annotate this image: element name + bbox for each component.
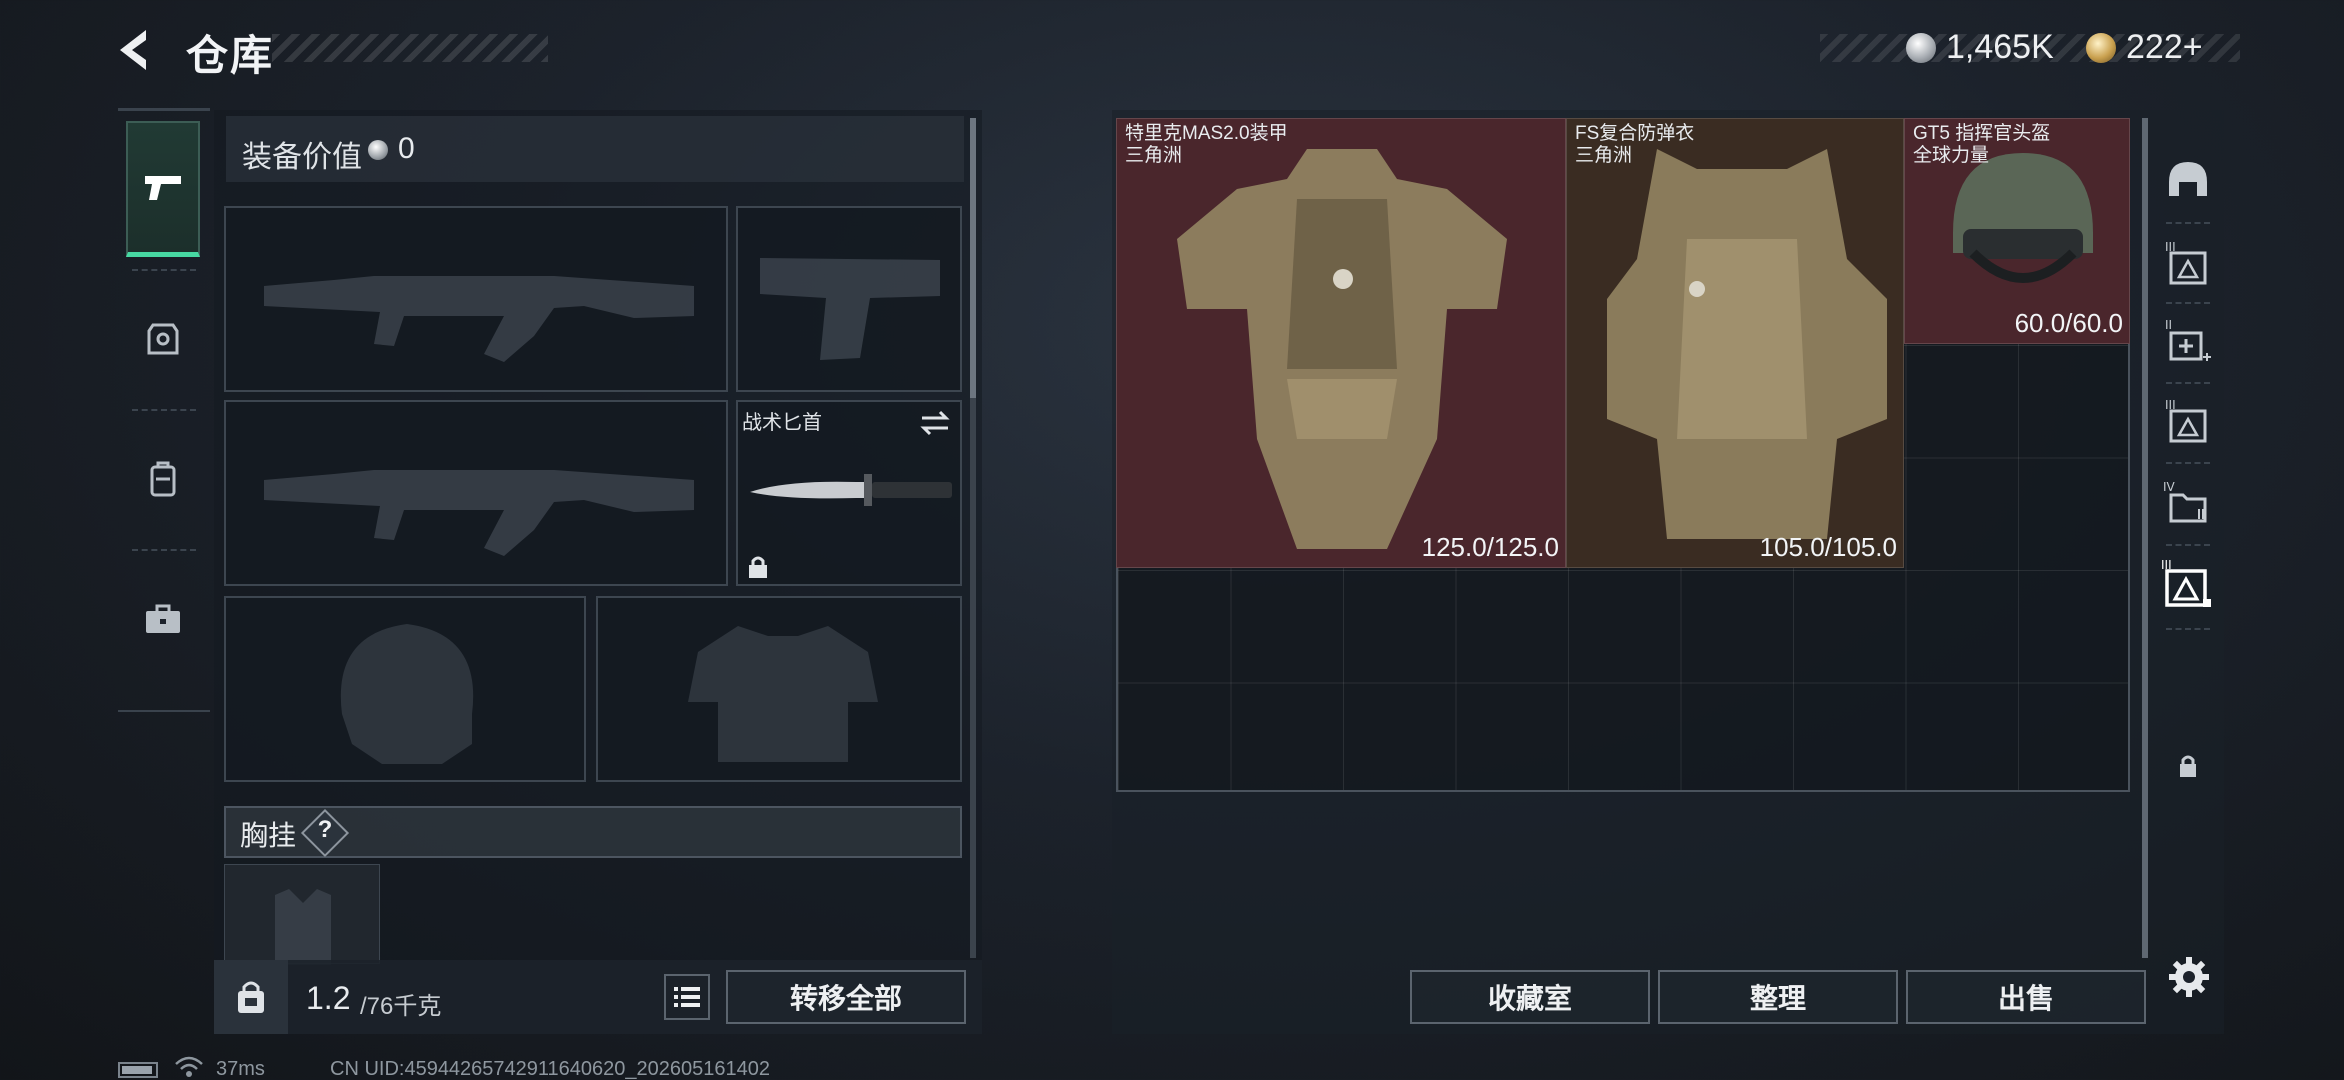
filter-armor-iii-button[interactable]: III [2158,234,2218,294]
helmet-image [1953,153,2093,283]
item-durability: 105.0/105.0 [1759,532,1897,562]
knife-slot-label: 战术匕首 [742,412,822,434]
collection-button[interactable]: 收藏室 [1410,970,1650,1024]
primary-weapon-slot[interactable] [224,206,728,392]
rifle-silhouette-icon [264,470,694,556]
list-icon [674,987,700,1007]
gold-coin-icon [2086,33,2116,63]
lock-icon [749,556,767,578]
filter-medkit-ii-button[interactable]: II [2158,312,2218,372]
gear-icon [2169,957,2209,997]
silver-coin-icon [368,140,388,160]
filter-divider [2166,222,2210,224]
filter-divider [2166,382,2210,384]
medkit-tier-ii-filter-icon: II [2165,318,2211,361]
item-durability: 125.0/125.0 [1421,532,1559,562]
category-weapons-tab[interactable] [126,121,200,257]
player-uid: CN UID:4594426574291164062­0_20260516140… [330,1058,771,1080]
battery-level [122,1066,152,1074]
armor-tier-iii-active-filter-icon: III [2161,558,2211,607]
filter-divider [2166,628,2210,630]
chevron-left-icon [120,30,146,70]
filter-container-iv-button[interactable]: IV [2158,474,2218,534]
wifi-icon [175,1056,203,1077]
stash-item-vest[interactable]: FS复合防弹衣 三角洲 105.0/105.0 [1566,118,1904,568]
category-rail [118,108,210,712]
equip-value-label: 装备价值 [242,141,362,174]
body-armor-slot[interactable] [596,596,962,782]
item-name: GT5 指挥官头盔 全球力量 [1913,123,2051,166]
carry-weight-max: /76千克 [360,993,442,1020]
loadout-scrollbar-thumb[interactable] [970,118,976,398]
chest-rig-silhouette-icon [275,889,331,965]
sell-button[interactable]: 出售 [1906,970,2146,1024]
silver-coin-icon [1906,33,1936,63]
weight-lock-button[interactable] [214,960,288,1034]
svg-text:II: II [2165,318,2172,332]
filter-locked-button[interactable] [2158,736,2218,796]
knife-icon [750,474,952,506]
sort-button[interactable]: 整理 [1658,970,1898,1024]
helmet-silhouette-icon [340,624,474,764]
sidearm-slot[interactable] [736,206,962,392]
container-tier-iv-filter-icon: IV [2163,480,2207,523]
help-icon-glyph: ? [317,816,333,843]
filter-helmet-button[interactable] [2158,150,2218,210]
filter-divider [2166,302,2210,304]
weight-icon [238,981,264,1013]
equip-value: 0 [398,132,415,165]
item-name: FS复合防弹衣 三角洲 [1575,123,1695,166]
item-durability: 60.0/60.0 [2014,308,2123,338]
swap-icon[interactable] [918,408,952,438]
filter-divider [2166,462,2210,464]
category-vest-tab[interactable] [126,271,200,407]
settings-button[interactable] [2162,950,2216,1004]
vest-badge-icon [147,323,179,355]
transfer-all-button[interactable]: 转移全部 [726,970,966,1024]
chest-rig-label: 胸挂 [240,820,297,851]
item-name: 特里克MAS2.0装甲 三角洲 [1125,123,1288,166]
silver-currency-value: 1,465K [1946,28,2054,66]
filter-armor-iii-alt-button[interactable]: III [2158,392,2218,452]
vest-image [1607,149,1887,539]
page-title: 仓库 [186,32,275,79]
title-decoration [272,34,548,62]
back-button[interactable] [112,26,168,74]
carry-weight-value: 1.2 [306,980,351,1016]
armor-tier-iii-alt-filter-icon: III [2165,398,2207,443]
gold-currency-value[interactable]: 222+ [2126,28,2203,67]
armor-image [1177,149,1507,549]
armor-silhouette-icon [688,626,878,762]
lock-filter-icon [2180,755,2196,777]
secondary-weapon-slot[interactable] [224,400,728,586]
stash-item-armor[interactable]: 特里克MAS2.0装甲 三角洲 125.0/125.0 [1116,118,1566,568]
armor-tier-iii-filter-icon: III [2165,240,2207,285]
list-view-button[interactable] [664,974,710,1020]
ping-value: 37ms [216,1058,265,1080]
svg-text:IV: IV [2163,480,2176,494]
helmet-slot[interactable] [224,596,586,782]
stash-filter-rail: III II III IV III [2152,110,2224,980]
filter-armor-iii-active-button[interactable]: III [2158,554,2218,614]
category-case-tab[interactable] [126,551,200,687]
stash-item-helmet[interactable]: GT5 指挥官头盔 全球力量 60.0/60.0 [1904,118,2130,344]
backpack-icon [150,461,176,497]
rifle-silhouette-icon [264,276,694,362]
briefcase-icon [146,604,180,633]
helmet-filter-icon [2169,162,2207,196]
pistol-icon [145,175,181,200]
stash-scrollbar[interactable] [2142,118,2148,958]
filter-divider [2166,544,2210,546]
pistol-silhouette-icon [760,258,940,360]
category-backpack-tab[interactable] [126,411,200,547]
chest-rig-slot[interactable] [224,864,380,965]
